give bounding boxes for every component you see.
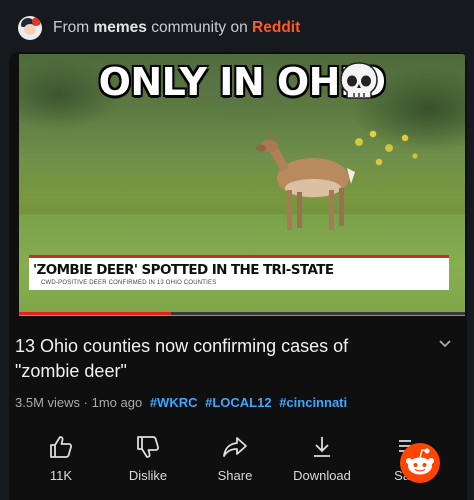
thumbs-down-icon bbox=[137, 436, 160, 458]
video-progress-fill bbox=[19, 312, 171, 315]
deer-image bbox=[256, 130, 355, 230]
source-prefix: From bbox=[53, 19, 90, 36]
dislike-button[interactable]: Dislike bbox=[108, 434, 188, 483]
download-button[interactable]: Download bbox=[282, 434, 362, 483]
post-header: From memes community on Reddit bbox=[0, 0, 474, 56]
action-bar: 11K Dislike Share Download Save bbox=[9, 424, 467, 500]
thumbs-up-icon bbox=[50, 436, 73, 458]
brand-link[interactable]: Reddit bbox=[252, 19, 300, 36]
video-player[interactable]: ONLY IN OHIO 'ZOMBIE DEER' SPOTTED IN TH… bbox=[19, 54, 465, 316]
like-button[interactable]: 11K bbox=[21, 434, 101, 483]
share-label: Share bbox=[217, 468, 253, 483]
overlay-caption: ONLY IN OHIO bbox=[19, 60, 465, 104]
video-card: ONLY IN OHIO 'ZOMBIE DEER' SPOTTED IN TH… bbox=[9, 52, 467, 500]
download-icon bbox=[314, 437, 330, 457]
reddit-alien-icon bbox=[406, 448, 434, 475]
avatar[interactable] bbox=[18, 16, 42, 40]
video-title[interactable]: 13 Ohio counties now confirming cases of… bbox=[15, 334, 415, 384]
source-line: From memes community on Reddit bbox=[53, 19, 300, 37]
news-chyron: 'ZOMBIE DEER' SPOTTED IN THE TRI-STATE C… bbox=[29, 258, 449, 290]
share-button[interactable]: Share bbox=[195, 434, 275, 483]
hashtag-link[interactable]: #WKRC bbox=[150, 395, 198, 410]
post-age: 1mo ago bbox=[91, 395, 143, 410]
view-count: 3.5M views bbox=[15, 395, 81, 410]
chevron-down-icon[interactable] bbox=[437, 338, 453, 350]
hashtag-link[interactable]: #cincinnati bbox=[279, 395, 347, 410]
community-link[interactable]: memes bbox=[93, 19, 146, 36]
reddit-logo[interactable] bbox=[400, 443, 440, 483]
like-count: 11K bbox=[49, 468, 73, 483]
dislike-label: Dislike bbox=[128, 468, 168, 483]
hashtag-link[interactable]: #LOCAL12 bbox=[205, 395, 271, 410]
video-meta: 3.5M views · 1mo ago #WKRC #LOCAL12 #cin… bbox=[15, 395, 348, 410]
chyron-subline: CWD-POSITIVE DEER CONFIRMED IN 13 OHIO C… bbox=[41, 280, 217, 286]
chyron-headline: 'ZOMBIE DEER' SPOTTED IN THE TRI-STATE bbox=[33, 262, 334, 278]
download-label: Download bbox=[293, 468, 351, 483]
skull-icon bbox=[340, 62, 378, 99]
source-middle: community on bbox=[151, 19, 248, 36]
share-icon bbox=[223, 437, 247, 457]
